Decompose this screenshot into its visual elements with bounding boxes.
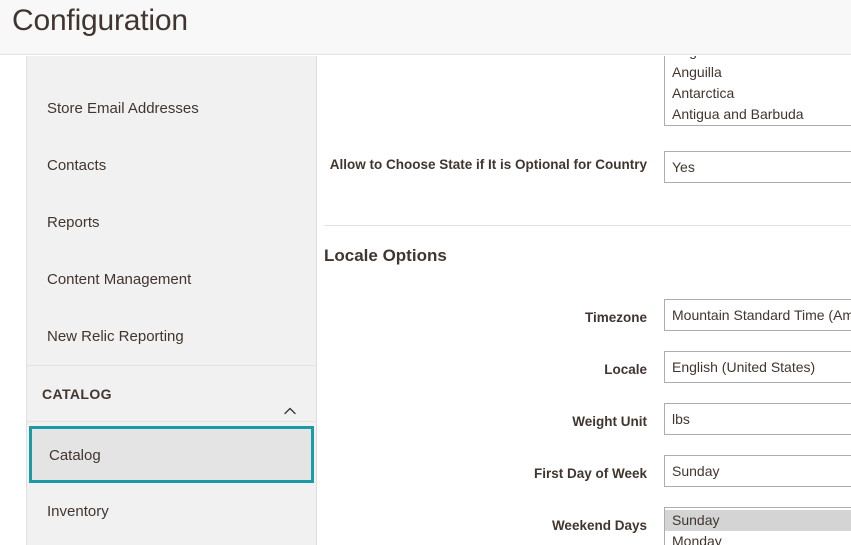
sidebar-item-store-email-addresses[interactable]: Store Email Addresses bbox=[27, 80, 316, 137]
locale-label: Locale bbox=[318, 360, 647, 379]
weekend-days-label: Weekend Days bbox=[318, 516, 647, 535]
sidebar-top-spacer bbox=[27, 56, 316, 80]
allow-choose-state-select[interactable]: Yes bbox=[664, 151, 851, 183]
sidebar-item-new-relic-reporting[interactable]: New Relic Reporting bbox=[27, 308, 316, 365]
sidebar-item-label: Contacts bbox=[47, 157, 106, 174]
locale-control: English (United States) bbox=[664, 351, 851, 383]
sidebar-section-label: CATALOG bbox=[42, 386, 112, 402]
timezone-select[interactable]: Mountain Standard Time (America/Denver) bbox=[664, 299, 851, 331]
configuration-page: Configuration Store Email Addresses Cont… bbox=[0, 0, 851, 545]
weight-unit-control: lbs bbox=[664, 403, 851, 435]
sidebar-item-label: Reports bbox=[47, 214, 100, 231]
list-item[interactable]: Monday bbox=[665, 531, 851, 545]
sidebar-item-contacts[interactable]: Contacts bbox=[27, 137, 316, 194]
allowed-countries-field: Angola Anguilla Antarctica Antigua and B… bbox=[664, 56, 851, 126]
first-day-of-week-label: First Day of Week bbox=[318, 464, 647, 483]
weight-unit-label: Weight Unit bbox=[318, 412, 647, 431]
section-divider bbox=[324, 225, 851, 226]
allowed-countries-list[interactable]: Angola Anguilla Antarctica Antigua and B… bbox=[664, 56, 851, 126]
config-sidebar: Store Email Addresses Contacts Reports C… bbox=[26, 56, 317, 545]
config-form-panel: Angola Anguilla Antarctica Antigua and B… bbox=[318, 56, 851, 545]
sidebar-item-label: Content Management bbox=[47, 271, 191, 288]
chevron-up-icon bbox=[282, 386, 298, 402]
sidebar-section-catalog[interactable]: CATALOG bbox=[27, 365, 316, 422]
page-header: Configuration bbox=[0, 0, 851, 55]
timezone-label: Timezone bbox=[318, 308, 647, 327]
first-day-of-week-control: Sunday bbox=[664, 455, 851, 487]
first-day-of-week-select[interactable]: Sunday bbox=[664, 455, 851, 487]
weight-unit-select[interactable]: lbs bbox=[664, 403, 851, 435]
sidebar-item-content-management[interactable]: Content Management bbox=[27, 251, 316, 308]
sidebar-item-catalog[interactable]: Catalog bbox=[29, 426, 314, 483]
page-title: Configuration bbox=[12, 4, 188, 38]
allow-choose-state-label: Allow to Choose State if It is Optional … bbox=[318, 155, 647, 174]
locale-options-title: Locale Options bbox=[324, 246, 447, 266]
sidebar-item-label: Catalog bbox=[49, 447, 101, 464]
sidebar-item-label: Store Email Addresses bbox=[47, 100, 199, 117]
list-item[interactable]: Antarctica bbox=[665, 83, 851, 104]
weekend-days-list[interactable]: Sunday Monday bbox=[664, 507, 851, 545]
allow-choose-state-control: Yes bbox=[664, 151, 851, 183]
locale-select[interactable]: English (United States) bbox=[664, 351, 851, 383]
sidebar-item-inventory[interactable]: Inventory bbox=[27, 483, 316, 540]
list-item[interactable]: Antigua and Barbuda bbox=[665, 104, 851, 125]
timezone-control: Mountain Standard Time (America/Denver) bbox=[664, 299, 851, 331]
weekend-days-control: Sunday Monday bbox=[664, 507, 851, 545]
sidebar-item-label: New Relic Reporting bbox=[47, 328, 184, 345]
sidebar-item-reports[interactable]: Reports bbox=[27, 194, 316, 251]
sidebar-item-label: Inventory bbox=[47, 503, 109, 520]
list-item[interactable]: Sunday bbox=[665, 510, 851, 531]
list-item[interactable]: Anguilla bbox=[665, 62, 851, 83]
